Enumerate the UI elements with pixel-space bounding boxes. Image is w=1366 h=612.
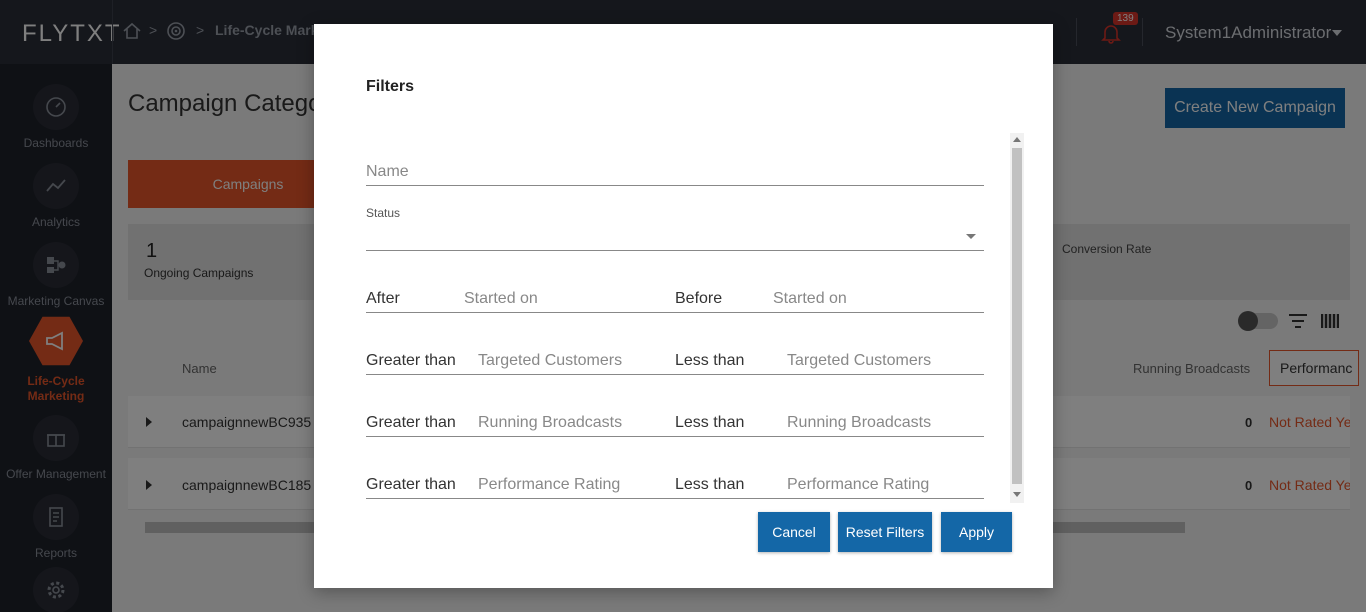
- gt-label: Greater than: [366, 414, 456, 431]
- cancel-button[interactable]: Cancel: [758, 512, 830, 552]
- apply-button[interactable]: Apply: [941, 512, 1012, 552]
- before-label: Before: [675, 290, 723, 307]
- lt-label: Less than: [675, 414, 745, 431]
- started-before-field[interactable]: Started on: [773, 290, 847, 308]
- dialog-title: Filters: [366, 78, 415, 95]
- lt-label: Less than: [675, 476, 745, 493]
- scroll-up-arrow-icon[interactable]: [1013, 137, 1021, 142]
- targeted-customers-max-field[interactable]: Targeted Customers: [787, 352, 931, 370]
- field-underline: [366, 374, 984, 375]
- reset-filters-button[interactable]: Reset Filters: [838, 512, 932, 552]
- field-underline: [366, 185, 984, 186]
- field-underline: [366, 312, 984, 313]
- targeted-customers-min-field[interactable]: Targeted Customers: [478, 352, 622, 370]
- after-label: After: [366, 290, 400, 307]
- vertical-scrollbar-thumb[interactable]: [1012, 148, 1022, 484]
- gt-label: Greater than: [366, 352, 456, 369]
- status-label: Status: [366, 206, 401, 220]
- running-broadcasts-max-field[interactable]: Running Broadcasts: [787, 414, 931, 432]
- started-after-field[interactable]: Started on: [464, 290, 538, 308]
- filters-dialog: Filters Name Status After Started on Bef…: [314, 24, 1053, 588]
- running-broadcasts-min-field[interactable]: Running Broadcasts: [478, 414, 622, 432]
- field-underline: [366, 498, 984, 499]
- gt-label: Greater than: [366, 476, 456, 493]
- chevron-down-icon[interactable]: [966, 234, 976, 239]
- performance-rating-max-field[interactable]: Performance Rating: [787, 476, 929, 494]
- scroll-down-arrow-icon[interactable]: [1013, 492, 1021, 497]
- field-underline: [366, 250, 984, 251]
- lt-label: Less than: [675, 352, 745, 369]
- field-underline: [366, 436, 984, 437]
- status-select[interactable]: [366, 224, 984, 250]
- performance-rating-min-field[interactable]: Performance Rating: [478, 476, 620, 494]
- name-field[interactable]: Name: [366, 163, 409, 181]
